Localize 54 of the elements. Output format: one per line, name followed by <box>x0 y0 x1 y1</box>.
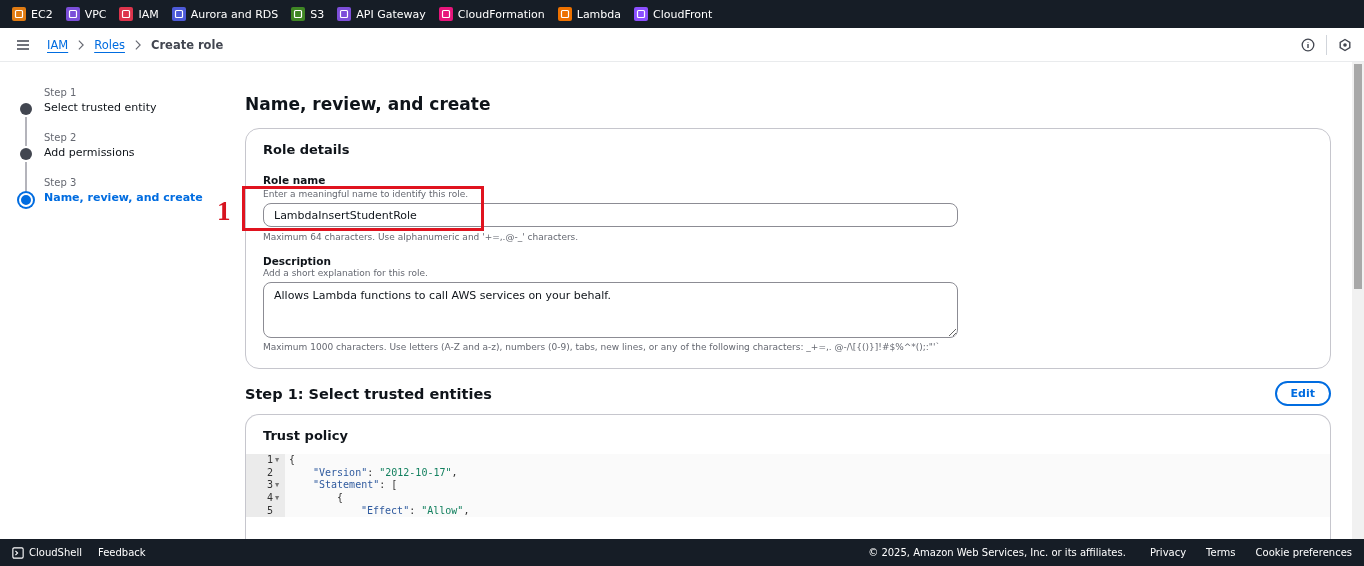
footer-link[interactable]: Feedback <box>97 547 146 558</box>
role-name-field[interactable]: LambdaInsertStudentRole <box>263 203 958 227</box>
step-number: Step 2 <box>44 131 78 145</box>
copyright-text: © 2025, Amazon Web Services, Inc. or its affiliates. <box>868 547 1126 558</box>
current-page-text: Create role <box>150 37 224 52</box>
line-number: 5 <box>266 504 273 518</box>
menu-icon[interactable] <box>16 37 30 52</box>
field-label: Role name <box>263 174 327 186</box>
step-link[interactable]: Add permissions <box>44 146 135 159</box>
card-title: Trust policy <box>262 428 349 443</box>
service-shortcut[interactable]: IAM <box>119 7 159 21</box>
hexagon-icon[interactable] <box>1338 37 1352 52</box>
line-number: 2 <box>266 466 273 480</box>
breadcrumb-link[interactable]: IAM <box>47 37 69 52</box>
code-line: { <box>336 492 344 505</box>
field-constraint: Maximum 64 characters. Use alphanumeric and '+=,.@-_' characters. <box>263 232 580 242</box>
edit-button[interactable]: Edit <box>1274 381 1331 406</box>
service-shortcut[interactable]: Aurora and RDS <box>171 7 279 21</box>
code-line: "Effect": "Allow", <box>360 504 470 518</box>
field-hint: Enter a meaningful name to identify this role. <box>263 189 470 199</box>
step-link[interactable]: Select trusted entity <box>44 101 157 114</box>
footer-link[interactable]: Cookie preferences <box>1255 547 1352 558</box>
terminal-icon <box>12 546 24 559</box>
service-shortcut[interactable]: VPC <box>65 7 107 21</box>
chevron-icon <box>76 39 87 50</box>
page-title: Name, review, and create <box>245 94 492 114</box>
line-number: 4 <box>266 492 273 505</box>
scrollbar-thumb[interactable] <box>1354 64 1362 289</box>
line-number: 3 <box>266 479 273 493</box>
info-icon[interactable] <box>1301 37 1315 52</box>
field-label: Description <box>263 255 332 267</box>
service-shortcut[interactable]: API Gateway <box>337 7 426 21</box>
service-shortcut[interactable]: Lambda <box>557 7 622 21</box>
service-shortcut[interactable]: CloudFront <box>634 7 713 21</box>
service-shortcut[interactable]: EC2 <box>12 7 53 21</box>
field-hint: Add a short explanation for this role. <box>263 268 429 278</box>
annotation-number: 1 <box>217 196 231 226</box>
step-number: Step 3 <box>44 176 78 190</box>
card-title: Role details <box>263 142 351 157</box>
service-shortcut[interactable]: CloudFormation <box>438 7 545 21</box>
code-line: "Statement": [ <box>312 479 398 493</box>
step-link[interactable]: Name, review, and create <box>44 191 203 204</box>
step-number: Step 1 <box>44 86 78 100</box>
footer-link[interactable]: Privacy <box>1149 547 1187 558</box>
description-field[interactable]: Allows Lambda functions to call AWS services on your behalf. <box>263 282 958 338</box>
line-number: 1 <box>266 454 273 467</box>
service-shortcut[interactable]: S3 <box>291 7 325 21</box>
section-title: Step 1: Select trusted entities <box>245 385 492 402</box>
field-constraint: Maximum 1000 characters. Use letters (A-Z and a-z), numbers (0-9), tabs, new lines, or any of the following characters: _+=,. @-/\[{()}]!#$%^*();:"'` <box>263 342 941 352</box>
code-line: { <box>288 454 296 467</box>
footer-link[interactable]: Terms <box>1206 547 1236 558</box>
code-line: "Version": "2012-10-17", <box>312 466 458 480</box>
breadcrumb-link[interactable]: Roles <box>94 37 125 52</box>
footer-link[interactable]: CloudShell <box>12 546 82 559</box>
